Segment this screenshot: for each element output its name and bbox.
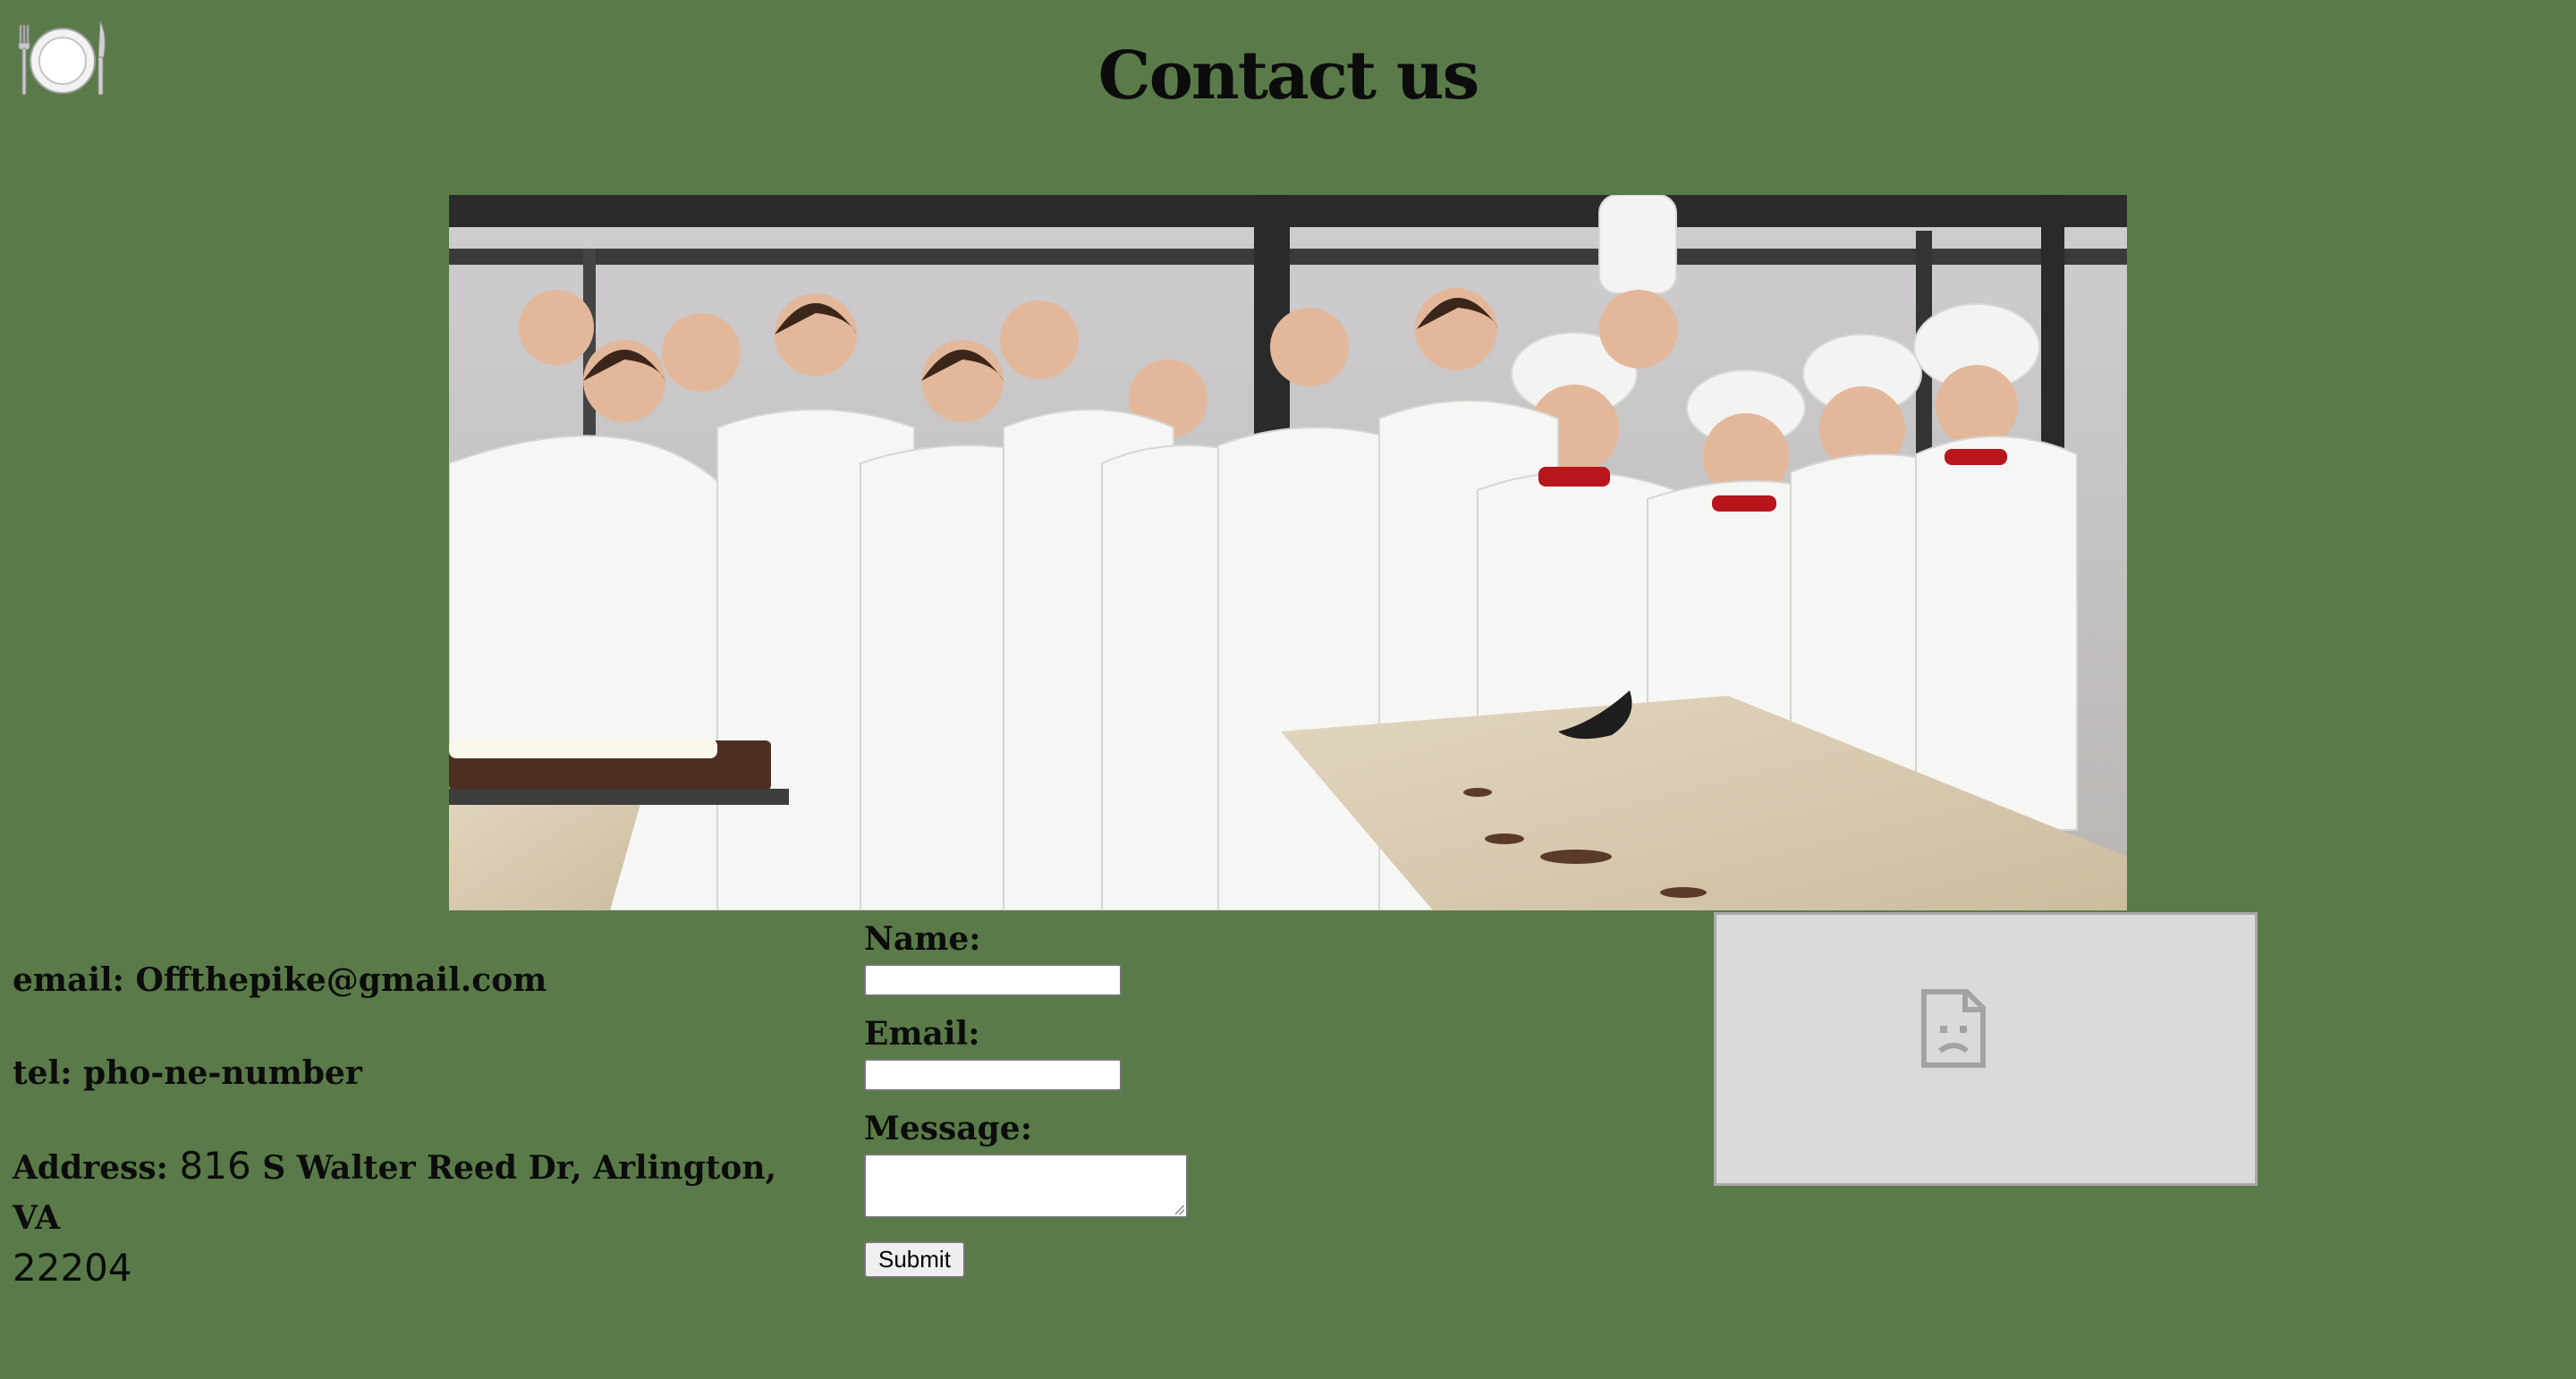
contact-page: Contact us email: Offthepike@gmail.com t… [0,0,2576,1379]
name-input[interactable] [864,964,1122,996]
broken-document-icon [1920,988,1987,1069]
email-input[interactable] [864,1059,1122,1091]
address-number: 816 [179,1144,251,1188]
address-prefix: Address: [13,1149,180,1187]
contact-form: Name: Email: Message: Submit [864,914,1329,1278]
contact-email: email: Offthepike@gmail.com [13,961,547,999]
address-zip: 22204 [13,1246,132,1290]
name-label: Name: [864,920,981,958]
contact-address: Address: 816 S Walter Reed Dr, Arlington… [13,1141,782,1295]
contact-tel: tel: pho-ne-number [13,1054,362,1092]
map-frame[interactable] [1714,912,2258,1186]
message-label: Message: [864,1110,1032,1147]
contact-info: email: Offthepike@gmail.com tel: pho-ne-… [13,955,782,1338]
submit-button[interactable]: Submit [864,1241,965,1278]
kitchen-team-photo [449,195,2127,910]
page-title: Contact us [1097,38,1480,114]
email-label: Email: [864,1015,980,1053]
message-textarea[interactable] [864,1154,1188,1218]
